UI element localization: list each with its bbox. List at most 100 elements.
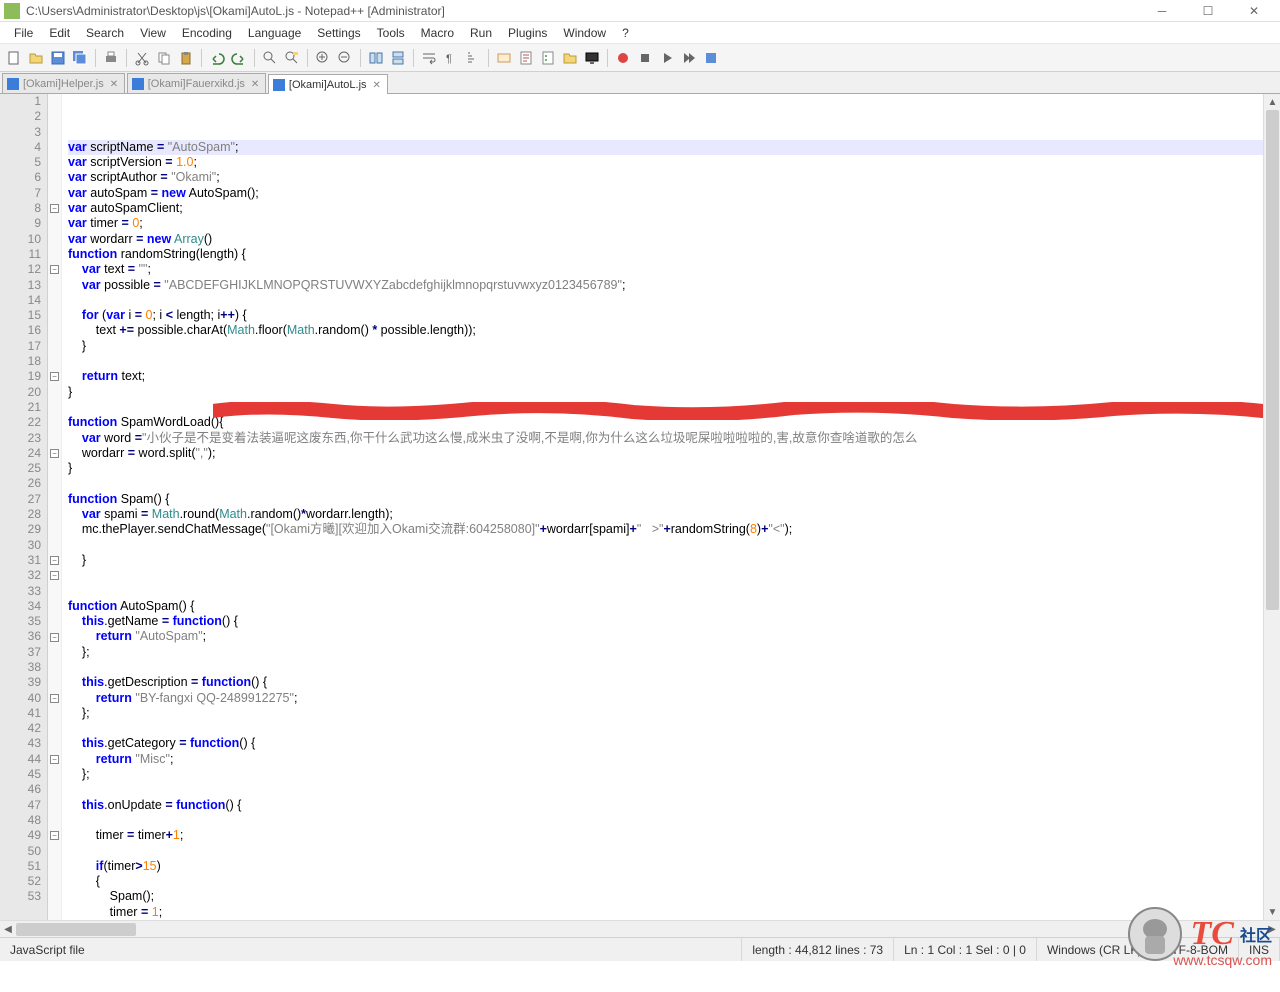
play-multi-button[interactable] (679, 48, 699, 68)
fold-toggle[interactable]: − (50, 556, 59, 565)
open-file-button[interactable] (26, 48, 46, 68)
code-line[interactable]: timer = 1; (68, 905, 1280, 920)
code-area[interactable]: var scriptName = "AutoSpam";var scriptVe… (62, 94, 1280, 920)
func-list-button[interactable] (538, 48, 558, 68)
menu-macro[interactable]: Macro (413, 24, 462, 42)
cut-button[interactable] (132, 48, 152, 68)
save-all-button[interactable] (70, 48, 90, 68)
sync-h-button[interactable] (388, 48, 408, 68)
vertical-scrollbar[interactable]: ▲ ▼ (1263, 94, 1280, 920)
code-line[interactable] (68, 721, 1280, 736)
tab-okamiautoljs[interactable]: [Okami]AutoL.js✕ (268, 74, 388, 94)
code-line[interactable]: }; (68, 706, 1280, 721)
tab-okamihelperjs[interactable]: [Okami]Helper.js✕ (2, 73, 125, 93)
code-line[interactable]: var timer = 0; (68, 216, 1280, 231)
minimize-button[interactable]: ─ (1148, 3, 1176, 19)
code-line[interactable]: this.onUpdate = function() { (68, 798, 1280, 813)
find-button[interactable] (260, 48, 280, 68)
menu-run[interactable]: Run (462, 24, 500, 42)
scroll-thumb-h[interactable] (16, 923, 136, 936)
menu-help[interactable]: ? (614, 24, 637, 42)
code-line[interactable]: this.getName = function() { (68, 614, 1280, 629)
play-button[interactable] (657, 48, 677, 68)
code-line[interactable]: if(timer>15) (68, 859, 1280, 874)
scroll-down-arrow[interactable]: ▼ (1264, 904, 1280, 920)
code-line[interactable]: this.getDescription = function() { (68, 675, 1280, 690)
code-line[interactable]: var autoSpamClient; (68, 201, 1280, 216)
menu-file[interactable]: File (6, 24, 41, 42)
maximize-button[interactable]: ☐ (1194, 3, 1222, 19)
folder-button[interactable] (560, 48, 580, 68)
code-line[interactable]: return "AutoSpam"; (68, 629, 1280, 644)
code-line[interactable]: return "BY-fangxi QQ-2489912275"; (68, 691, 1280, 706)
code-line[interactable]: return text; (68, 369, 1280, 384)
print-button[interactable] (101, 48, 121, 68)
menu-edit[interactable]: Edit (41, 24, 78, 42)
fold-toggle[interactable]: − (50, 265, 59, 274)
code-line[interactable] (68, 476, 1280, 491)
zoom-out-button[interactable] (335, 48, 355, 68)
lang-button[interactable] (494, 48, 514, 68)
code-line[interactable]: var scriptName = "AutoSpam"; (68, 140, 1280, 155)
code-line[interactable]: } (68, 553, 1280, 568)
code-line[interactable]: function AutoSpam() { (68, 599, 1280, 614)
code-line[interactable]: for (var i = 0; i < length; i++) { (68, 308, 1280, 323)
tab-close-icon[interactable]: ✕ (110, 79, 120, 89)
fold-toggle[interactable]: − (50, 571, 59, 580)
record-button[interactable] (613, 48, 633, 68)
paste-button[interactable] (176, 48, 196, 68)
code-line[interactable]: var scriptVersion = 1.0; (68, 155, 1280, 170)
code-line[interactable]: var spami = Math.round(Math.random()*wor… (68, 507, 1280, 522)
doc-map-button[interactable] (516, 48, 536, 68)
code-line[interactable]: wordarr = word.split(","); (68, 446, 1280, 461)
code-line[interactable] (68, 660, 1280, 675)
code-line[interactable]: { (68, 874, 1280, 889)
code-line[interactable]: var scriptAuthor = "Okami"; (68, 170, 1280, 185)
code-line[interactable]: return "Misc"; (68, 752, 1280, 767)
stop-button[interactable] (635, 48, 655, 68)
code-line[interactable]: }; (68, 767, 1280, 782)
code-line[interactable] (68, 400, 1280, 415)
code-line[interactable]: var word ="小伙子是不是变着法装逼呢这废东西,你干什么武功这么慢,成米… (68, 431, 1280, 446)
wordwrap-button[interactable] (419, 48, 439, 68)
scroll-right-arrow[interactable]: ▶ (1264, 921, 1280, 938)
menu-view[interactable]: View (132, 24, 174, 42)
menu-window[interactable]: Window (555, 24, 614, 42)
code-line[interactable]: var text = ""; (68, 262, 1280, 277)
code-line[interactable] (68, 354, 1280, 369)
code-line[interactable] (68, 584, 1280, 599)
code-line[interactable]: function randomString(length) { (68, 247, 1280, 262)
monitor-button[interactable] (582, 48, 602, 68)
show-all-chars-button[interactable]: ¶ (441, 48, 461, 68)
menu-plugins[interactable]: Plugins (500, 24, 555, 42)
sync-v-button[interactable] (366, 48, 386, 68)
code-line[interactable]: var possible = "ABCDEFGHIJKLMNOPQRSTUVWX… (68, 278, 1280, 293)
tab-close-icon[interactable]: ✕ (251, 79, 261, 89)
code-line[interactable]: this.getCategory = function() { (68, 736, 1280, 751)
redo-button[interactable] (229, 48, 249, 68)
menu-search[interactable]: Search (78, 24, 132, 42)
scroll-up-arrow[interactable]: ▲ (1264, 94, 1280, 110)
tab-okamifauerxikdjs[interactable]: [Okami]Fauerxikd.js✕ (127, 73, 266, 93)
menu-settings[interactable]: Settings (309, 24, 368, 42)
code-line[interactable]: } (68, 339, 1280, 354)
fold-toggle[interactable]: − (50, 633, 59, 642)
new-file-button[interactable] (4, 48, 24, 68)
code-line[interactable] (68, 782, 1280, 797)
menu-language[interactable]: Language (240, 24, 309, 42)
code-line[interactable] (68, 293, 1280, 308)
fold-toggle[interactable]: − (50, 372, 59, 381)
code-line[interactable]: text += possible.charAt(Math.floor(Math.… (68, 323, 1280, 338)
code-line[interactable]: mc.thePlayer.sendChatMessage("[Okami方曦][… (68, 522, 1280, 537)
tab-close-icon[interactable]: ✕ (373, 80, 383, 90)
menu-tools[interactable]: Tools (369, 24, 413, 42)
menu-encoding[interactable]: Encoding (174, 24, 240, 42)
code-line[interactable]: var autoSpam = new AutoSpam(); (68, 186, 1280, 201)
code-line[interactable]: Spam(); (68, 889, 1280, 904)
replace-button[interactable] (282, 48, 302, 68)
code-line[interactable]: function Spam() { (68, 492, 1280, 507)
indent-guide-button[interactable] (463, 48, 483, 68)
code-line[interactable] (68, 844, 1280, 859)
save-macro-button[interactable] (701, 48, 721, 68)
fold-toggle[interactable]: − (50, 204, 59, 213)
